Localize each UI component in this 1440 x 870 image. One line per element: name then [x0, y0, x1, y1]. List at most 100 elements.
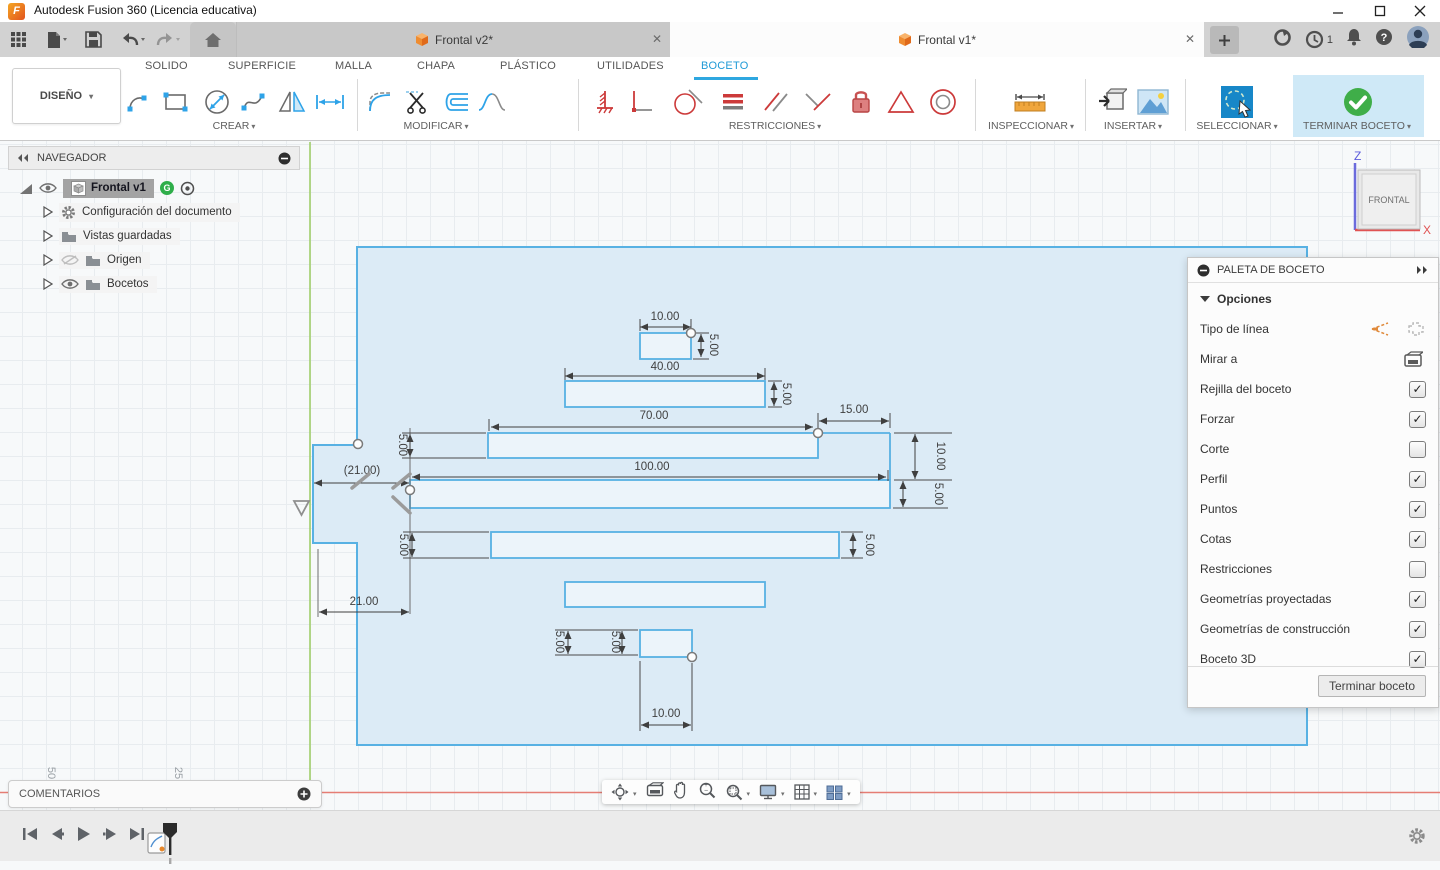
browser-item-saved-views[interactable]: Vistas guardadas	[18, 224, 300, 248]
insert-image-tool[interactable]	[1135, 84, 1171, 120]
maximize-button[interactable]	[1366, 1, 1394, 21]
construction-line-icon[interactable]	[1370, 320, 1392, 338]
go-to-start-icon[interactable]	[22, 827, 38, 841]
create-spline-tool[interactable]	[236, 84, 272, 120]
sketch-palette-header[interactable]: PALETA DE BOCETO	[1188, 258, 1438, 283]
workspace-selector-button[interactable]: DISEÑO	[12, 68, 121, 124]
expand-arrow-icon[interactable]	[42, 254, 53, 266]
home-tab-button[interactable]	[190, 22, 236, 57]
browser-root-row[interactable]: Frontal v1 G	[18, 176, 300, 200]
user-avatar[interactable]	[1406, 25, 1430, 54]
constraint-tangent[interactable]	[670, 84, 706, 120]
constraint-coincident[interactable]	[587, 84, 623, 120]
minimize-panel-icon[interactable]	[1197, 264, 1210, 277]
tab-close-icon[interactable]: ✕	[652, 32, 662, 46]
document-tab-frontal-v2[interactable]: Frontal v2* ✕	[236, 22, 671, 57]
play-icon[interactable]	[76, 826, 91, 842]
chevron-down-icon[interactable]	[745, 783, 751, 801]
chevron-down-icon[interactable]	[812, 783, 818, 801]
expand-arrow-icon[interactable]	[42, 278, 53, 290]
create-line-tool[interactable]	[120, 84, 156, 120]
new-tab-button[interactable]	[1210, 26, 1239, 54]
look-at-icon[interactable]	[1403, 350, 1423, 368]
undo-icon[interactable]	[119, 32, 145, 48]
chevron-down-icon[interactable]	[779, 783, 785, 801]
viewcube[interactable]: Z X FRONTAL	[1335, 148, 1435, 240]
constraint-symmetry[interactable]	[883, 84, 919, 120]
go-to-end-icon[interactable]	[129, 827, 145, 841]
grid-settings-tool[interactable]	[793, 783, 818, 801]
zoom-window-tool[interactable]	[725, 783, 751, 801]
file-menu-icon[interactable]	[46, 31, 68, 49]
chevron-down-icon[interactable]	[631, 783, 637, 801]
group-label-seleccionar[interactable]: SELECCIONAR	[1196, 120, 1277, 132]
insert-derive-tool[interactable]	[1094, 84, 1130, 120]
construction-shape-icon[interactable]	[1406, 320, 1426, 338]
minimize-button[interactable]	[1324, 1, 1352, 21]
ribbon-tab-plastico[interactable]: PLÁSTICO	[500, 60, 556, 78]
add-comment-icon[interactable]	[297, 787, 311, 801]
constraint-perpendicular[interactable]	[800, 84, 836, 120]
eye-visible-icon[interactable]	[61, 278, 79, 290]
checkbox[interactable]	[1409, 470, 1426, 488]
document-tab-frontal-v1[interactable]: Frontal v1* ✕	[670, 22, 1204, 57]
constraint-equal[interactable]	[715, 84, 751, 120]
browser-item-sketches[interactable]: Bocetos	[18, 272, 300, 296]
checkbox[interactable]	[1409, 380, 1426, 398]
minimize-panel-icon[interactable]	[278, 152, 291, 165]
create-dimension-tool[interactable]	[312, 84, 348, 120]
browser-item-doc-settings[interactable]: Configuración del documento	[18, 200, 300, 224]
inspect-measure-tool[interactable]	[1012, 84, 1048, 120]
constraint-concentric[interactable]	[925, 84, 961, 120]
group-label-crear[interactable]: CREAR	[213, 120, 256, 132]
close-button[interactable]	[1406, 1, 1434, 21]
step-back-icon[interactable]	[50, 827, 64, 841]
viewcube-face-label[interactable]: FRONTAL	[1368, 195, 1409, 205]
notification-bell-icon[interactable]	[1346, 28, 1362, 51]
pan-tool[interactable]	[673, 781, 689, 804]
browser-item-origin[interactable]: Origen	[18, 248, 300, 272]
checkbox[interactable]	[1409, 410, 1426, 428]
eye-hidden-icon[interactable]	[61, 254, 79, 266]
expand-panel-icon[interactable]	[1416, 265, 1429, 275]
comments-bar[interactable]: COMENTARIOS	[8, 780, 322, 808]
modify-curve-tool[interactable]	[474, 84, 510, 120]
checkbox[interactable]	[1409, 620, 1426, 638]
browser-root-item[interactable]: Frontal v1	[63, 178, 154, 198]
extensions-icon[interactable]	[1273, 28, 1292, 52]
save-icon[interactable]	[85, 31, 102, 48]
ribbon-tab-chapa[interactable]: CHAPA	[417, 60, 455, 78]
modify-trim-tool[interactable]	[400, 84, 436, 120]
redo-icon[interactable]	[156, 32, 182, 48]
step-forward-icon[interactable]	[103, 827, 117, 841]
group-label-insertar[interactable]: INSERTAR	[1104, 120, 1162, 132]
app-grid-menu-icon[interactable]	[10, 31, 27, 48]
modify-fillet-tool[interactable]	[362, 84, 398, 120]
activate-radio-icon[interactable]	[180, 181, 195, 196]
create-circle-tool[interactable]	[199, 84, 235, 120]
finish-sketch-button[interactable]	[1340, 84, 1376, 120]
ribbon-tab-utilidades[interactable]: UTILIDADES	[597, 60, 664, 78]
tab-close-icon[interactable]: ✕	[1185, 32, 1195, 46]
checkbox[interactable]	[1409, 500, 1426, 518]
group-label-terminar-boceto[interactable]: TERMINAR BOCETO	[1303, 120, 1411, 132]
palette-section-header[interactable]: Opciones	[1188, 283, 1438, 308]
zoom-tool[interactable]: + −	[698, 781, 716, 804]
group-label-inspeccionar[interactable]: INSPECCIONAR	[988, 120, 1074, 132]
ribbon-tab-superficie[interactable]: SUPERFICIE	[228, 60, 296, 78]
create-rectangle-tool[interactable]	[158, 84, 194, 120]
collapse-panel-icon[interactable]	[17, 153, 29, 163]
constraint-horizontal-vertical[interactable]	[623, 84, 659, 120]
checkbox[interactable]	[1409, 590, 1426, 608]
viewports-tool[interactable]	[826, 783, 851, 801]
display-settings-tool[interactable]	[759, 783, 785, 801]
constraint-parallel[interactable]	[758, 84, 794, 120]
expand-arrow-icon[interactable]	[42, 230, 53, 242]
checkbox[interactable]	[1409, 560, 1426, 578]
select-tool[interactable]	[1219, 84, 1255, 120]
create-mirror-tool[interactable]	[274, 84, 310, 120]
group-label-restricciones[interactable]: RESTRICCIONES	[729, 120, 821, 132]
ribbon-tab-malla[interactable]: MALLA	[335, 60, 372, 78]
group-label-modificar[interactable]: MODIFICAR	[404, 120, 469, 132]
timeline-sketch-feature[interactable]	[146, 823, 180, 870]
